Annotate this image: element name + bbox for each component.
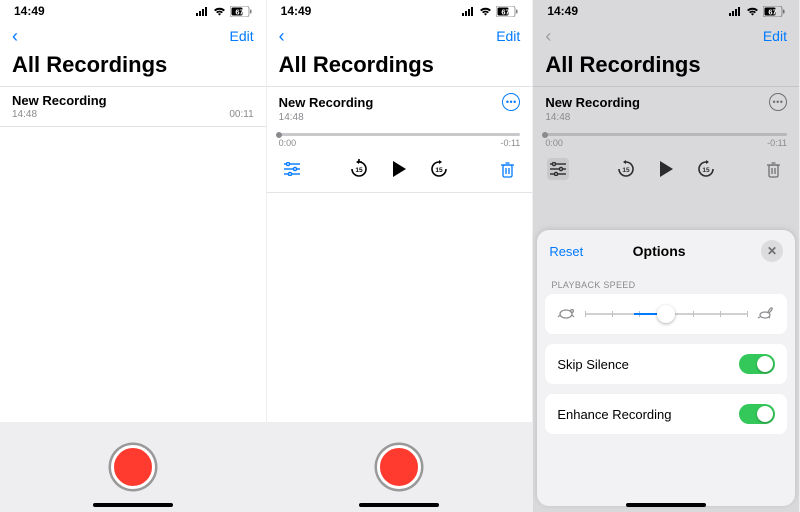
recording-name: New Recording [279, 95, 374, 110]
status-time: 14:49 [281, 4, 312, 18]
status-time: 14:49 [547, 4, 578, 18]
record-button[interactable] [377, 445, 421, 489]
svg-text:15: 15 [436, 167, 444, 174]
enhance-recording-row: Enhance Recording [545, 394, 787, 434]
svg-text:15: 15 [703, 167, 711, 174]
status-right: 67 [462, 6, 518, 17]
remaining-time: -0:11 [767, 138, 787, 148]
more-options-button: ••• [769, 93, 787, 111]
recording-row: New Recording ••• 14:48 [533, 87, 799, 129]
playback-speed-label: PLAYBACK SPEED [537, 272, 795, 294]
cellular-icon [196, 7, 209, 16]
options-sliders-icon [547, 158, 569, 180]
record-footer [0, 422, 266, 512]
elapsed-time: 0:00 [545, 138, 563, 148]
svg-text:15: 15 [623, 167, 631, 174]
recording-row[interactable]: New Recording ••• 14:48 [267, 87, 533, 129]
svg-text:67: 67 [502, 7, 510, 16]
page-title: All Recordings [533, 50, 799, 86]
playback-controls: 15 15 [533, 148, 799, 192]
sheet-header: Reset Options ✕ [537, 230, 795, 272]
skip-silence-label: Skip Silence [557, 357, 629, 372]
recording-duration: 00:11 [229, 109, 253, 120]
svg-text:67: 67 [235, 7, 243, 16]
close-icon[interactable]: ✕ [761, 240, 783, 262]
enhance-recording-label: Enhance Recording [557, 407, 671, 422]
rabbit-icon [757, 307, 775, 322]
recording-time: 14:48 [545, 112, 570, 123]
nav-bar: ‹ Edit [0, 22, 266, 50]
play-icon [655, 158, 677, 180]
screen-options-sheet: 14:49 67 ‹ Edit All Recordings New Recor… [533, 0, 800, 512]
home-indicator[interactable] [359, 503, 439, 507]
record-footer [267, 422, 533, 512]
status-time: 14:49 [14, 4, 45, 18]
recording-time: 14:48 [12, 109, 37, 120]
page-title: All Recordings [0, 50, 266, 86]
status-right: 67 [729, 6, 785, 17]
svg-text:67: 67 [768, 7, 776, 16]
status-right: 67 [196, 6, 252, 17]
playback-scrubber: 0:00 -0:11 [533, 129, 799, 148]
home-indicator[interactable] [93, 503, 173, 507]
more-options-button[interactable]: ••• [502, 93, 520, 111]
trash-icon [763, 158, 785, 180]
status-bar: 14:49 67 [267, 0, 533, 22]
playback-speed-row [545, 294, 787, 334]
trash-icon[interactable] [496, 158, 518, 180]
edit-button[interactable]: Edit [496, 28, 520, 44]
skip-forward-15-icon: 15 [695, 158, 717, 180]
back-button: ‹ [545, 26, 551, 47]
recording-name: New Recording [12, 93, 107, 108]
battery-icon: 67 [230, 6, 252, 17]
back-button[interactable]: ‹ [12, 26, 18, 47]
play-icon[interactable] [388, 158, 410, 180]
edit-button[interactable]: Edit [763, 28, 787, 44]
options-sliders-icon[interactable] [281, 158, 303, 180]
sheet-title: Options [557, 243, 761, 259]
skip-silence-toggle[interactable] [739, 354, 775, 374]
skip-silence-row: Skip Silence [545, 344, 787, 384]
record-button[interactable] [111, 445, 155, 489]
battery-icon: 67 [496, 6, 518, 17]
remaining-time: -0:11 [500, 138, 520, 148]
recording-time: 14:48 [279, 112, 304, 123]
home-indicator[interactable] [626, 503, 706, 507]
options-sheet: Reset Options ✕ PLAYBACK SPEED [537, 230, 795, 506]
screen-list: 14:49 67 ‹ Edit All Recordings New Recor… [0, 0, 267, 512]
edit-button[interactable]: Edit [230, 28, 254, 44]
wifi-icon [746, 7, 759, 16]
cellular-icon [462, 7, 475, 16]
skip-back-15-icon[interactable]: 15 [348, 158, 370, 180]
battery-icon: 67 [763, 6, 785, 17]
page-title: All Recordings [267, 50, 533, 86]
status-bar: 14:49 67 [0, 0, 266, 22]
back-button[interactable]: ‹ [279, 26, 285, 47]
wifi-icon [213, 7, 226, 16]
turtle-icon [557, 307, 575, 322]
nav-bar: ‹ Edit [533, 22, 799, 50]
screen-expanded: 14:49 67 ‹ Edit All Recordings New Recor… [267, 0, 534, 512]
playback-controls: 15 15 [267, 148, 533, 193]
cellular-icon [729, 7, 742, 16]
skip-forward-15-icon[interactable]: 15 [428, 158, 450, 180]
enhance-recording-toggle[interactable] [739, 404, 775, 424]
svg-text:15: 15 [356, 167, 364, 174]
playback-scrubber[interactable]: 0:00 -0:11 [267, 129, 533, 148]
speed-slider[interactable] [585, 304, 747, 324]
nav-bar: ‹ Edit [267, 22, 533, 50]
elapsed-time: 0:00 [279, 138, 297, 148]
recording-row[interactable]: New Recording 14:48 00:11 [0, 87, 266, 127]
skip-back-15-icon: 15 [615, 158, 637, 180]
recording-name: New Recording [545, 95, 640, 110]
status-bar: 14:49 67 [533, 0, 799, 22]
wifi-icon [479, 7, 492, 16]
